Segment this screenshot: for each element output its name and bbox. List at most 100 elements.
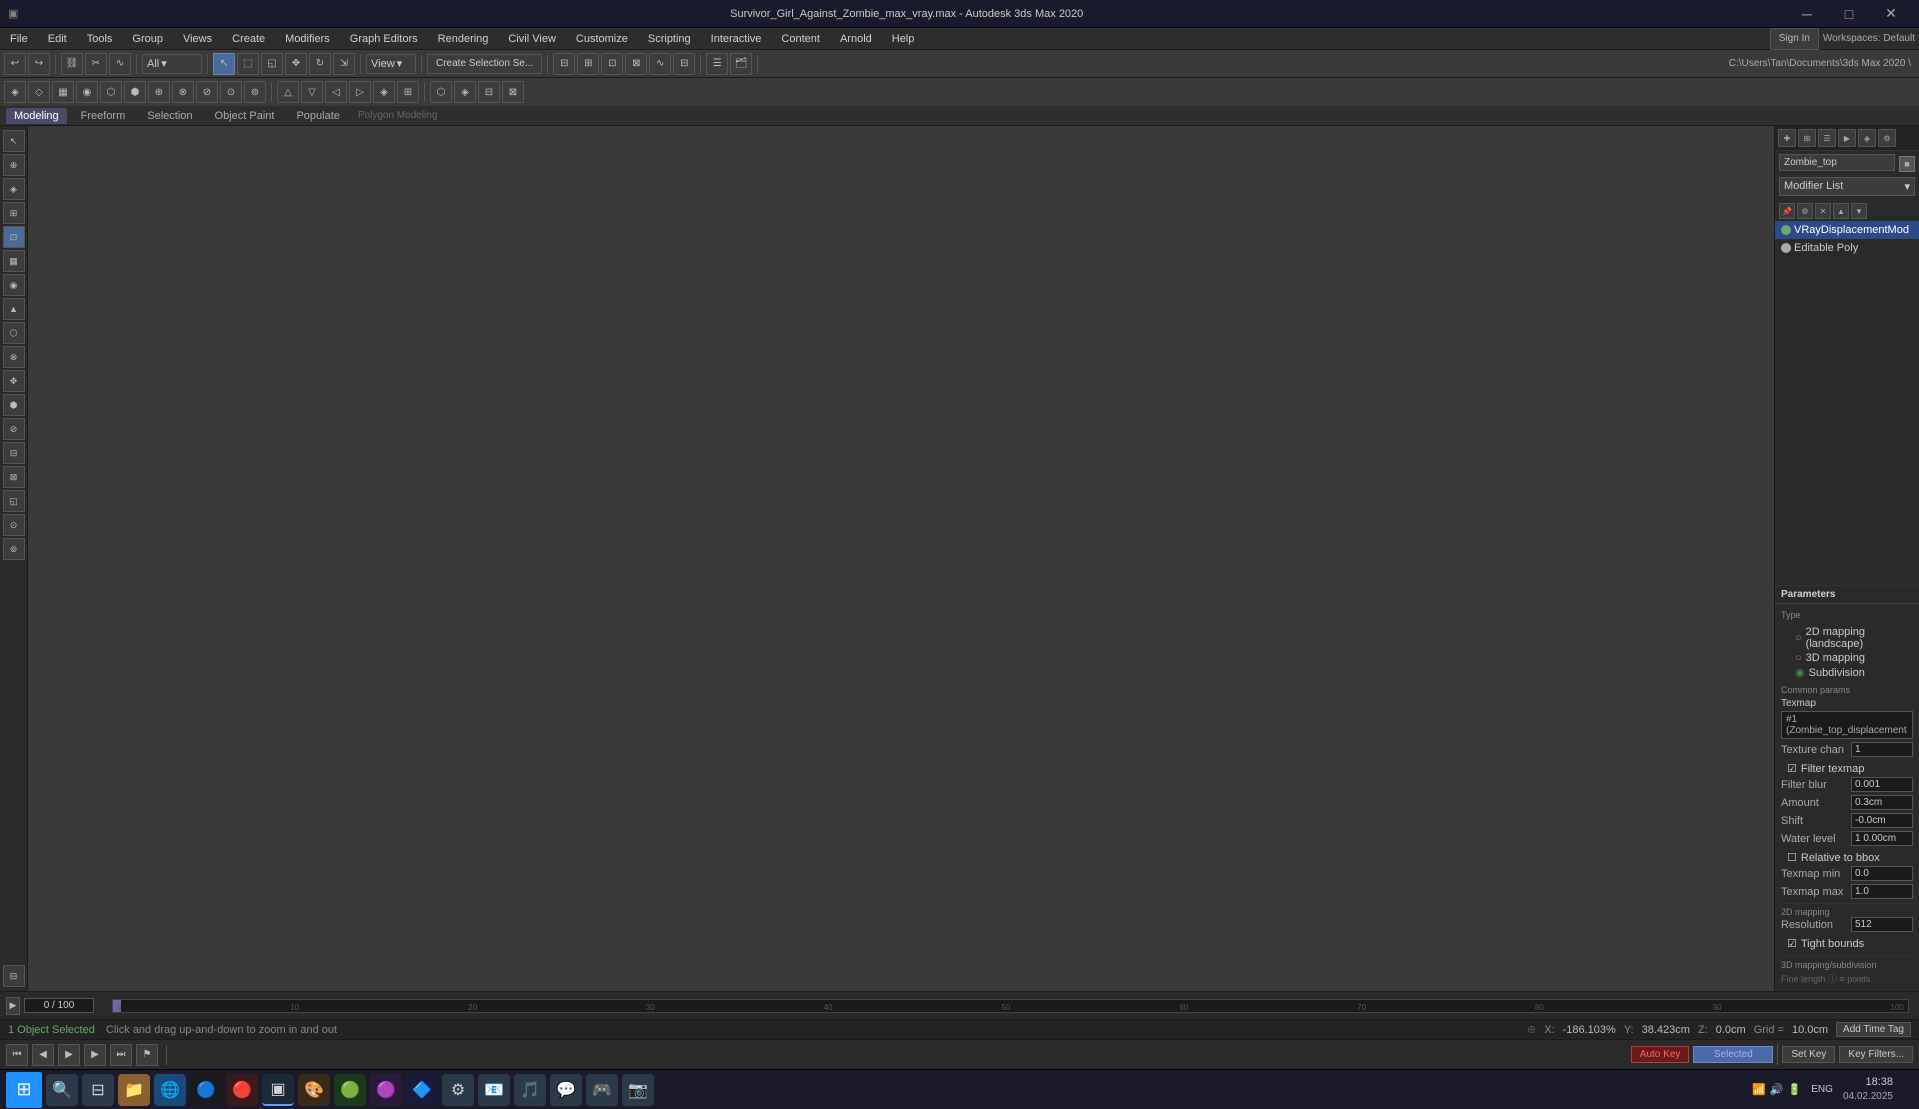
tool13[interactable]: ▽ [301,81,323,103]
radio-2d-mapping[interactable]: ○ 2D mapping (landscape) [1795,626,1907,650]
ri-utilities[interactable]: ⚙ [1878,129,1896,147]
taskbar-app15[interactable]: 📷 [622,1074,654,1106]
menu-civil-view[interactable]: Civil View [498,31,565,47]
f1-texmap[interactable]: #1 (Zombie_top_displacement [1781,711,1913,739]
tool11[interactable]: ⊚ [244,81,266,103]
align-button[interactable]: ⊞ [577,53,599,75]
timeline-thumb[interactable] [113,1000,121,1012]
anim-play[interactable]: ▶ [58,1044,80,1066]
auto-key-button[interactable]: Auto Key [1631,1046,1690,1063]
texmap-min-input[interactable] [1851,866,1913,881]
texmap-max-input[interactable] [1851,884,1913,899]
modifier-list-dropdown[interactable]: Modifier List ▾ [1779,177,1915,196]
open-schematic-view[interactable]: ⊠ [625,53,647,75]
tool5[interactable]: ⬡ [100,81,122,103]
menu-content[interactable]: Content [771,31,830,47]
taskbar-search[interactable]: 🔍 [46,1074,78,1106]
tool9[interactable]: ⊘ [196,81,218,103]
ri-modify[interactable]: ⊞ [1798,129,1816,147]
lt-btn-9[interactable]: ⬡ [3,322,25,344]
taskbar-app11[interactable]: 📧 [478,1074,510,1106]
menu-views[interactable]: Views [173,31,222,47]
minimize-button[interactable]: ─ [1787,0,1827,28]
filter-blur-input[interactable] [1851,777,1913,792]
scene-explorer-button[interactable]: 🗂 [730,53,752,75]
select-move-button[interactable]: ✥ [285,53,307,75]
lt-btn-15[interactable]: ⊠ [3,466,25,488]
ri-create[interactable]: ✚ [1778,129,1796,147]
layer-manager-button[interactable]: ☰ [706,53,728,75]
lt-btn-4[interactable]: ⊞ [3,202,25,224]
lt-btn-5[interactable]: ⊡ [3,226,25,248]
color-swatch[interactable]: ■ [1899,156,1915,172]
mod-move-up[interactable]: ▲ [1833,203,1849,219]
tool21[interactable]: ⊠ [502,81,524,103]
ri-display[interactable]: ◈ [1858,129,1876,147]
tool16[interactable]: ◈ [373,81,395,103]
taskbar-app7[interactable]: 🟢 [334,1074,366,1106]
lt-btn-6[interactable]: ▦ [3,250,25,272]
taskbar-app8[interactable]: 🟣 [370,1074,402,1106]
reference-coord-dropdown[interactable]: View ▾ [366,54,416,74]
lt-btn-2[interactable]: ⊕ [3,154,25,176]
menu-tools[interactable]: Tools [77,31,123,47]
filter-dropdown[interactable]: All ▾ [142,54,202,74]
taskbar-task-view[interactable]: ⊟ [82,1074,114,1106]
key-filters-button[interactable]: Key Filters... [1839,1046,1913,1063]
timeline-toggle[interactable]: ▶ [6,997,20,1015]
mod-move-down[interactable]: ▼ [1851,203,1867,219]
lt-btn-17[interactable]: ⊙ [3,514,25,536]
mod-delete[interactable]: ✕ [1815,203,1831,219]
relative-to-bbox-checkbox[interactable]: ☐ Relative to bbox [1781,849,1913,866]
taskbar-chrome[interactable]: 🔵 [190,1074,222,1106]
tool19[interactable]: ◈ [454,81,476,103]
lt-btn-14[interactable]: ⊟ [3,442,25,464]
redo-button[interactable]: ↪ [28,53,50,75]
tray-battery[interactable]: 🔋 [1788,1083,1802,1096]
tool2[interactable]: ◇ [28,81,50,103]
menu-modifiers[interactable]: Modifiers [275,31,340,47]
resolution-input[interactable] [1851,917,1913,932]
select-object-button[interactable]: ↖ [213,53,235,75]
set-key-button[interactable]: Set Key [1782,1046,1835,1063]
anim-next-frame[interactable]: ▶ [84,1044,106,1066]
lt-btn-18[interactable]: ⊚ [3,538,25,560]
curve-editor-button[interactable]: ∿ [649,53,671,75]
taskbar-app10[interactable]: ⚙ [442,1074,474,1106]
tool3[interactable]: ▦ [52,81,74,103]
lt-btn-1[interactable]: ↖ [3,130,25,152]
water-level-input[interactable] [1851,831,1913,846]
taskbar-app9[interactable]: 🔷 [406,1074,438,1106]
menu-file[interactable]: File [0,31,38,47]
tool17[interactable]: ⊞ [397,81,419,103]
lt-btn-11[interactable]: ✥ [3,370,25,392]
lt-btn-13[interactable]: ⊘ [3,418,25,440]
lt-btn-bottom[interactable]: ⊟ [3,965,25,987]
tab-object-paint[interactable]: Object Paint [207,108,283,124]
maximize-button[interactable]: □ [1829,0,1869,28]
menu-group[interactable]: Group [122,31,173,47]
amount-input[interactable] [1851,795,1913,810]
anim-last-frame[interactable]: ⏭ [110,1044,132,1066]
lt-btn-12[interactable]: ⬢ [3,394,25,416]
tool10[interactable]: ⊙ [220,81,242,103]
menu-rendering[interactable]: Rendering [428,31,499,47]
texture-chan-input[interactable] [1851,742,1913,757]
taskbar-app4[interactable]: 🔴 [226,1074,258,1106]
dope-sheet-button[interactable]: ⊟ [673,53,695,75]
menu-interactive[interactable]: Interactive [701,31,772,47]
create-selection-button[interactable]: Create Selection Se... [427,54,542,74]
tab-populate[interactable]: Populate [288,108,347,124]
tool8[interactable]: ⊗ [172,81,194,103]
taskbar-app6[interactable]: 🎨 [298,1074,330,1106]
taskbar-app12[interactable]: 🎵 [514,1074,546,1106]
selected-button[interactable]: Selected [1693,1046,1773,1063]
taskbar-file-explorer[interactable]: 📁 [118,1074,150,1106]
tight-bounds-checkbox[interactable]: ☑ Tight bounds [1781,935,1913,952]
taskbar-app14[interactable]: 🎮 [586,1074,618,1106]
anim-key-mode[interactable]: ⚑ [136,1044,158,1066]
menu-create[interactable]: Create [222,31,275,47]
anim-first-frame[interactable]: ⏮ [6,1044,28,1066]
lt-btn-16[interactable]: ◱ [3,490,25,512]
tool20[interactable]: ⊟ [478,81,500,103]
